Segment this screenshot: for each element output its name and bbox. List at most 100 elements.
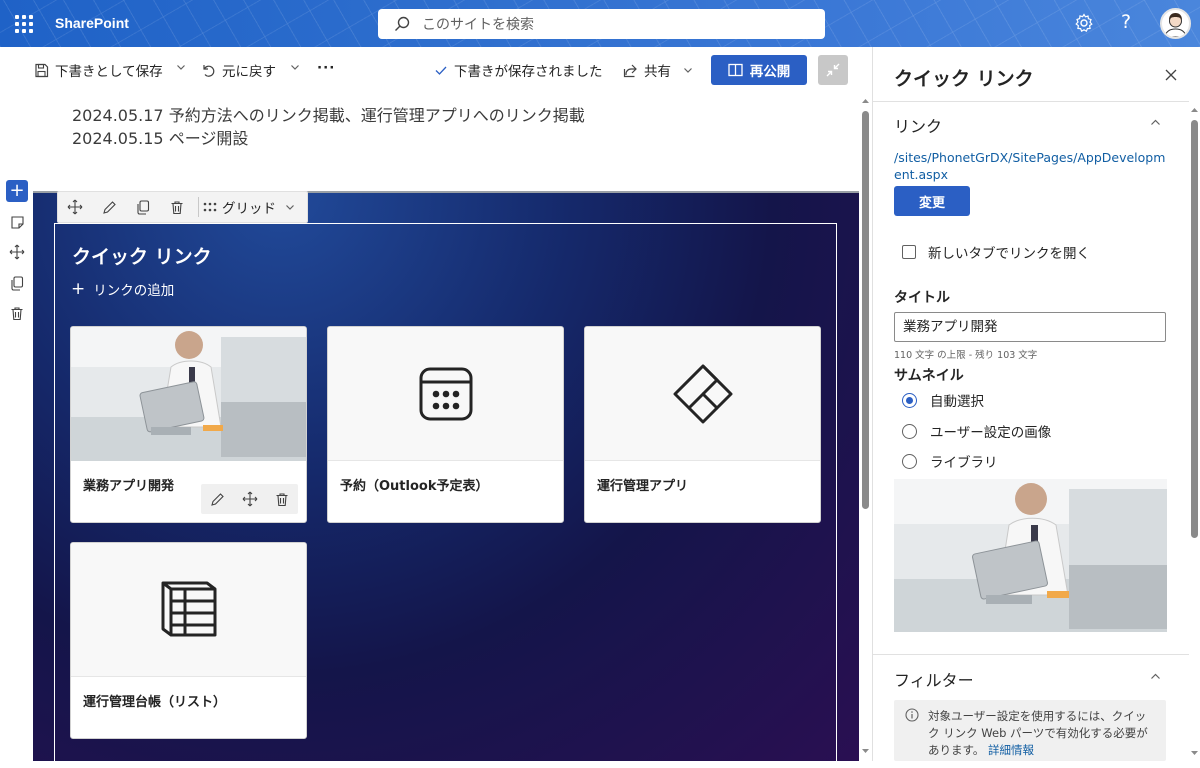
move-arrows-icon [9, 244, 25, 260]
user-avatar[interactable] [1160, 8, 1191, 39]
title-input[interactable]: 業務アプリ開発 [894, 312, 1166, 342]
scroll-down-icon[interactable] [862, 748, 869, 754]
panel-scroll-thumb[interactable] [1191, 120, 1198, 538]
collapse-panel-button[interactable] [818, 55, 848, 85]
undo-options-chevron-icon[interactable] [290, 62, 300, 72]
quick-link-card[interactable]: 予約（Outlook予定表） [327, 326, 564, 523]
chevron-down-icon [285, 202, 295, 212]
plus-icon: + [9, 180, 25, 201]
delete-webpart-button[interactable] [160, 192, 194, 222]
checkmark-icon [434, 63, 448, 77]
save-options-chevron-icon[interactable] [176, 62, 186, 72]
app-launcher-icon[interactable] [13, 13, 35, 35]
layout-label: グリッド [222, 201, 276, 217]
page-canvas: 2024.05.17 予約方法へのリンク掲載、運行管理アプリへのリンク掲載 20… [33, 93, 859, 768]
share-button[interactable]: 共有 [623, 60, 693, 80]
radio-selected[interactable] [902, 392, 917, 408]
plus-icon: + [71, 279, 86, 299]
draft-saved-label: 下書きが保存されました [454, 64, 603, 80]
card-label: 運行管理アプリ [597, 479, 689, 494]
chevron-up-icon[interactable] [1150, 671, 1161, 682]
trash-icon [10, 306, 24, 321]
grid-dots-icon [203, 202, 217, 212]
brand-name[interactable]: SharePoint [55, 15, 129, 31]
thumbnail-option-library[interactable]: ライブラリ [902, 451, 998, 471]
thumbnail-option-custom[interactable]: ユーザー設定の画像 [902, 421, 1051, 441]
thumbnail-option-auto[interactable]: 自動選択 [902, 390, 984, 410]
share-chevron-icon [683, 65, 693, 75]
add-link-button[interactable]: + リンクの追加 [71, 279, 175, 300]
add-link-label: リンクの追加 [93, 283, 175, 299]
quick-link-card[interactable]: 運行管理アプリ [584, 326, 821, 523]
move-arrows-icon[interactable] [242, 491, 258, 507]
link-url[interactable]: /sites/PhonetGrDX/SitePages/AppDevelopme… [894, 149, 1169, 183]
card-label: 業務アプリ開発 [83, 479, 175, 494]
divider [873, 101, 1189, 102]
duplicate-section-button[interactable] [6, 272, 28, 294]
webpart-toolbar: グリッド [57, 191, 308, 223]
news-line-1: 2024.05.17 予約方法へのリンク掲載、運行管理アプリへのリンク掲載 [72, 106, 585, 125]
add-section-button[interactable]: + [6, 180, 28, 202]
trash-icon[interactable] [275, 492, 289, 507]
move-webpart-button[interactable] [58, 192, 92, 222]
quick-link-card[interactable]: 業務アプリ開発 [70, 326, 307, 523]
card-label: 予約（Outlook予定表） [340, 479, 489, 494]
new-tab-checkbox[interactable]: 新しいタブでリンクを開く [902, 242, 1090, 262]
change-link-button[interactable]: 変更 [894, 186, 970, 216]
list-icon [157, 579, 221, 641]
move-section-button[interactable] [6, 241, 28, 263]
card-actions [201, 484, 298, 514]
canvas-scrollbar[interactable] [859, 93, 872, 761]
delete-section-button[interactable] [6, 302, 28, 324]
thumbnail-label: サムネイル [894, 368, 964, 384]
news-text-section[interactable]: 2024.05.17 予約方法へのリンク掲載、運行管理アプリへのリンク掲載 20… [33, 93, 859, 191]
trash-icon [170, 200, 184, 215]
layout-dropdown[interactable]: グリッド [203, 197, 295, 217]
command-bar: 下書きとして保存 元に戻す ··· 下書きが保存されました 共有 再公開 [0, 47, 872, 93]
link-section-heading[interactable]: リンク [894, 113, 942, 137]
draft-saved-status: 下書きが保存されました [434, 60, 603, 80]
filter-section-heading[interactable]: フィルター [894, 667, 974, 691]
scroll-up-icon[interactable] [862, 98, 869, 104]
search-input[interactable]: このサイトを検索 [378, 9, 825, 39]
help-icon[interactable]: ? [1121, 11, 1131, 33]
section-toolbox: + [0, 93, 33, 761]
title-char-hint: 110 文字 の上限 - 残り 103 文字 [894, 350, 1038, 361]
more-options-button[interactable]: ··· [317, 60, 335, 76]
quick-links-webpart[interactable]: クイック リンク + リンクの追加 業務アプリ開発 予約（Outlook予定表）… [54, 223, 837, 768]
edit-webpart-button[interactable] [92, 192, 126, 222]
edit-section-button[interactable] [6, 211, 28, 233]
scroll-down-icon[interactable] [1191, 750, 1198, 756]
share-label: 共有 [644, 64, 671, 80]
quick-links-title: クイック リンク [72, 246, 212, 268]
settings-gear-icon[interactable] [1074, 13, 1094, 33]
power-apps-icon [671, 362, 735, 426]
republish-button[interactable]: 再公開 [711, 55, 807, 85]
undo-button[interactable]: 元に戻す [201, 60, 276, 80]
canvas-scroll-thumb[interactable] [862, 111, 869, 509]
undo-icon [201, 63, 216, 78]
title-field-label: タイトル [894, 290, 950, 306]
pencil-icon[interactable] [210, 492, 225, 507]
close-icon[interactable] [1165, 69, 1177, 81]
radio[interactable] [902, 453, 917, 469]
thumbnail-preview [894, 479, 1167, 632]
power-apps-thumbnail [585, 327, 820, 461]
save-draft-button[interactable]: 下書きとして保存 [34, 60, 163, 80]
copy-icon [136, 199, 150, 215]
list-thumbnail [71, 543, 306, 677]
chevron-up-icon[interactable] [1150, 117, 1161, 128]
search-icon [394, 16, 422, 32]
calendar-icon [418, 366, 474, 422]
checkbox-box[interactable] [902, 245, 916, 259]
property-pane: クイック リンク リンク /sites/PhonetGrDX/SitePages… [872, 47, 1200, 761]
book-open-icon [728, 63, 743, 77]
republish-label: 再公開 [749, 64, 791, 80]
duplicate-webpart-button[interactable] [126, 192, 160, 222]
undo-label: 元に戻す [222, 64, 276, 80]
radio[interactable] [902, 423, 917, 439]
scroll-up-icon[interactable] [1191, 107, 1198, 113]
learn-more-link[interactable]: 詳細情報 [988, 743, 1034, 757]
quick-link-card[interactable]: 運行管理台帳（リスト） [70, 542, 307, 739]
panel-scrollbar[interactable] [1189, 102, 1200, 761]
